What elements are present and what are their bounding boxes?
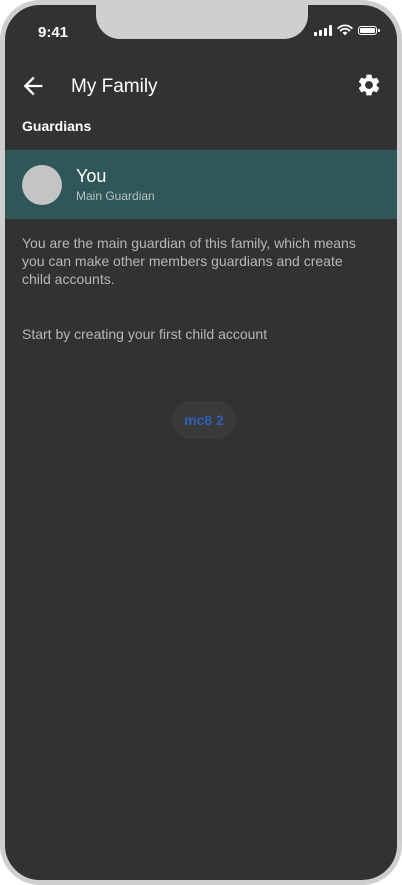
page-title: My Family xyxy=(71,76,158,97)
device-notch xyxy=(96,5,308,39)
wifi-icon xyxy=(337,24,353,36)
cellular-signal-icon xyxy=(314,24,332,36)
back-arrow-icon[interactable] xyxy=(19,72,47,100)
gear-icon[interactable] xyxy=(356,72,382,98)
guardian-description: You are the main guardian of this family… xyxy=(22,235,356,287)
battery-icon xyxy=(358,25,380,35)
create-child-button[interactable]: mc8 2 xyxy=(172,401,236,439)
guardian-list-item[interactable]: You Main Guardian xyxy=(5,150,397,219)
status-icons xyxy=(314,24,380,36)
app-bar: My Family xyxy=(5,59,397,113)
guardians-section-title: Guardians xyxy=(22,118,92,134)
guardian-name: You xyxy=(76,166,107,186)
phone-frame: 9:41 My Family Guardians You Main Guardi… xyxy=(0,0,402,885)
avatar xyxy=(22,165,62,205)
guardian-role: Main Guardian xyxy=(76,189,155,203)
create-child-prompt: Start by creating your first child accou… xyxy=(22,326,268,342)
status-time: 9:41 xyxy=(38,24,69,41)
